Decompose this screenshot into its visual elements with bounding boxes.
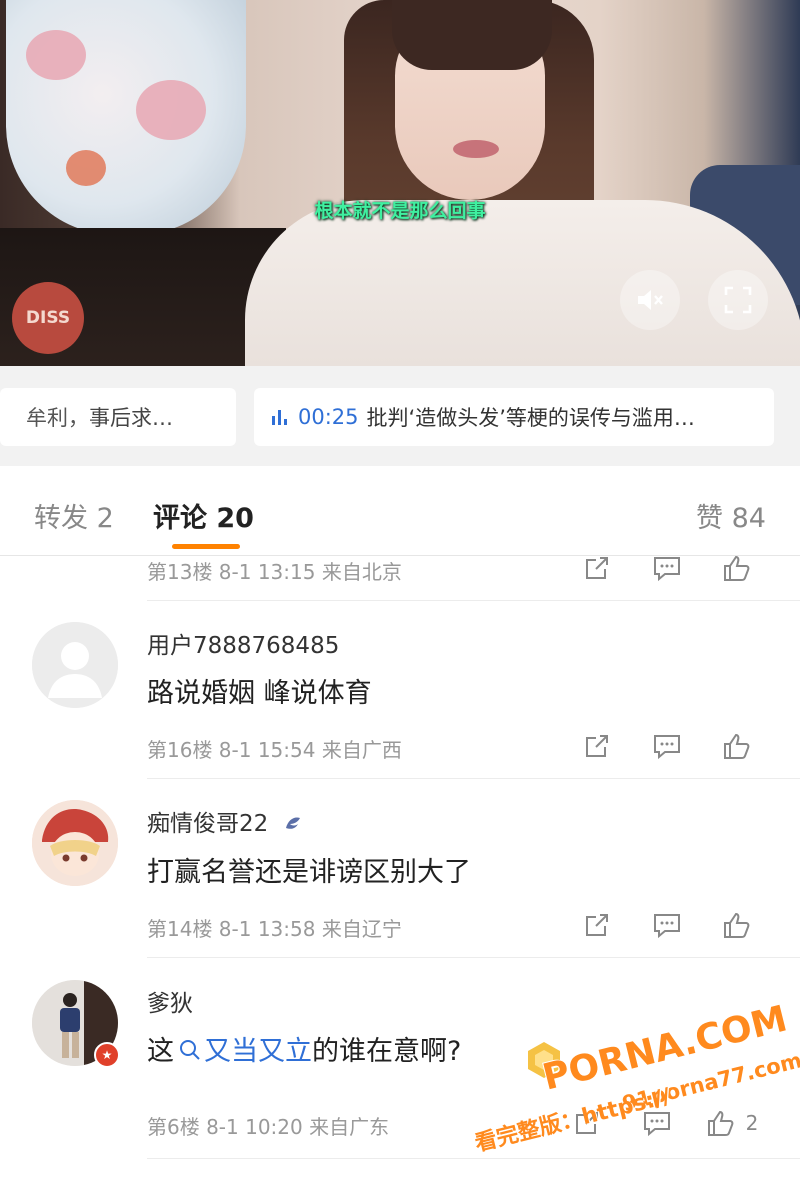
comment-username[interactable]: 爹狄 xyxy=(147,984,193,1018)
comment-username-text: 痴情俊哥22 xyxy=(147,811,269,837)
comment-list: 第13楼 8-1 13:15 来自北京 用户7888768485 路说婚姻 峰说… xyxy=(0,556,800,1177)
person-lips xyxy=(453,140,499,158)
audio-bars-icon xyxy=(272,410,287,425)
comment-actions xyxy=(562,728,772,764)
like-button[interactable] xyxy=(702,728,772,764)
avatar[interactable] xyxy=(32,622,118,708)
comment-actions xyxy=(562,907,772,943)
avatar[interactable]: ★ xyxy=(32,980,120,1068)
comment-meta: 第14楼 8-1 13:58 来自辽宁 xyxy=(147,917,402,941)
reward-badge-icon xyxy=(528,1042,560,1078)
avatar[interactable] xyxy=(32,800,118,886)
comment-divider xyxy=(147,600,800,601)
comment-divider xyxy=(147,957,800,958)
thumbs-up-icon xyxy=(724,733,750,759)
member-badge-icon xyxy=(285,817,300,829)
comment-actions: 2 xyxy=(552,1105,772,1141)
related-left-prefix: 牟利， xyxy=(26,406,89,430)
share-icon xyxy=(586,557,608,579)
reply-button[interactable] xyxy=(632,556,702,586)
repost-button[interactable] xyxy=(562,728,632,764)
comment-text-pre: 这 xyxy=(147,1036,174,1067)
like-button[interactable] xyxy=(702,556,772,586)
search-icon xyxy=(180,1040,200,1060)
diss-badge: DISS xyxy=(12,282,84,354)
comment-username[interactable]: 痴情俊哥22 xyxy=(147,804,306,838)
comment-meta: 第6楼 8-1 10:20 来自广东 xyxy=(147,1115,390,1139)
comment-text: 路说婚姻 峰说体育 xyxy=(147,678,372,709)
share-icon xyxy=(586,735,608,757)
tab-repost[interactable]: 转发 2 xyxy=(34,496,114,535)
related-video-left[interactable]: 牟利， 事后求… xyxy=(0,388,236,446)
reply-button[interactable] xyxy=(632,728,702,764)
video-subtitle: 根本就不是那么回事 xyxy=(314,200,486,222)
active-tab-indicator xyxy=(172,544,240,549)
comment-meta: 第16楼 8-1 15:54 来自广西 xyxy=(147,738,402,762)
mute-icon xyxy=(638,290,663,310)
comment-divider xyxy=(147,1158,800,1159)
comment-actions xyxy=(562,556,772,586)
comment-text: 打赢名誉还是诽谤区别大了 xyxy=(147,857,471,888)
related-left-title: 事后求… xyxy=(89,406,173,430)
share-icon xyxy=(586,914,608,936)
comment-icon xyxy=(654,735,680,760)
comment-divider xyxy=(147,778,800,779)
related-video-right[interactable]: 00:25 批判‘造做头发’等梗的误传与滥用… xyxy=(254,388,774,446)
comment-icon xyxy=(654,557,680,582)
related-right-title: 批判‘造做头发’等梗的误传与滥用… xyxy=(366,406,695,430)
like-count: 2 xyxy=(745,1111,759,1135)
repost-button[interactable] xyxy=(562,556,632,586)
comment-text-post: 的谁在意啊? xyxy=(312,1036,462,1067)
default-avatar-icon xyxy=(32,622,118,708)
person-bangs xyxy=(392,0,552,70)
tab-comment[interactable]: 评论 20 xyxy=(153,496,254,535)
anime-avatar-icon xyxy=(32,800,118,886)
share-icon xyxy=(576,1112,598,1134)
verified-badge-icon: ★ xyxy=(94,1042,120,1068)
comment-meta: 第13楼 8-1 13:15 来自北京 xyxy=(147,560,402,584)
related-videos-strip: 牟利， 事后求… 00:25 批判‘造做头发’等梗的误传与滥用… xyxy=(0,366,800,466)
related-right-duration: 00:25 xyxy=(298,405,359,429)
comment-text: 这又当又立的谁在意啊? xyxy=(147,1029,461,1068)
thumbs-up-icon xyxy=(724,556,750,581)
reply-button[interactable] xyxy=(622,1105,692,1141)
repost-button[interactable] xyxy=(552,1105,622,1141)
mute-button[interactable] xyxy=(620,270,680,330)
interaction-tabs: 转发 2 评论 20 赞 84 xyxy=(0,466,800,556)
reply-button[interactable] xyxy=(632,907,702,943)
thumbs-up-icon xyxy=(707,1110,734,1136)
like-button[interactable]: 2 xyxy=(692,1105,772,1141)
repost-button[interactable] xyxy=(562,907,632,943)
like-button[interactable] xyxy=(702,907,772,943)
thumbs-up-icon xyxy=(724,912,750,938)
video-player[interactable]: DISS 根本就不是那么回事 xyxy=(0,0,800,366)
comment-username[interactable]: 用户7888768485 xyxy=(147,626,339,660)
fullscreen-button[interactable] xyxy=(708,270,768,330)
comment-icon xyxy=(644,1112,670,1137)
tab-like[interactable]: 赞 84 xyxy=(696,496,766,535)
comment-icon xyxy=(654,914,680,939)
topic-link[interactable]: 又当又立 xyxy=(204,1036,312,1067)
fullscreen-icon xyxy=(724,286,752,314)
